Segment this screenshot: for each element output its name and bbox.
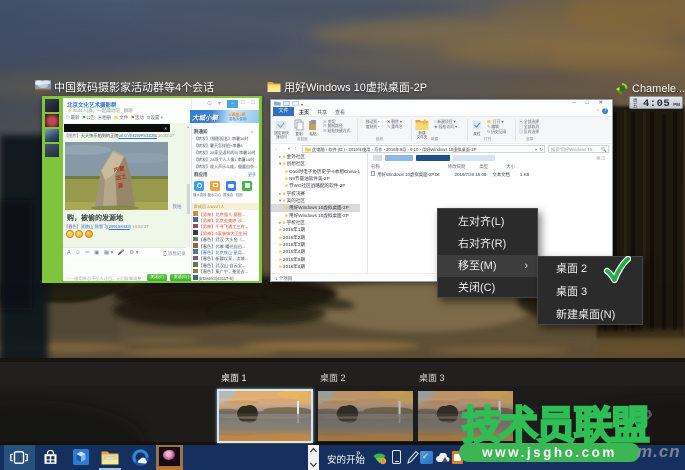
svg-text:!: ! [382, 459, 383, 465]
